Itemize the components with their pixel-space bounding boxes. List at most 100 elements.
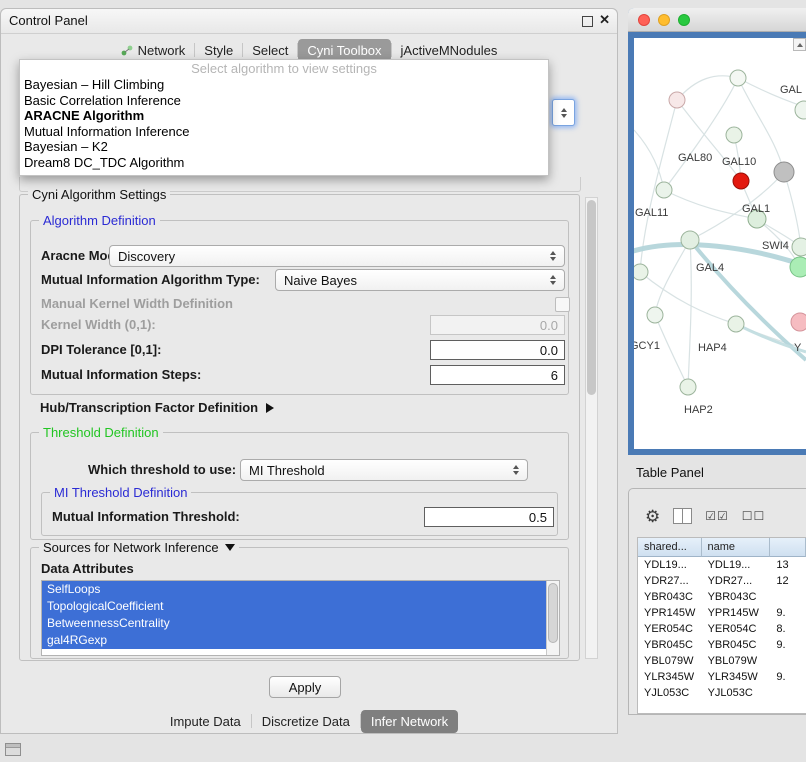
apply-button[interactable]: Apply: [269, 676, 341, 698]
attribute-item[interactable]: BetweennessCentrality: [42, 615, 546, 632]
algorithm-combo-arrow[interactable]: [552, 99, 575, 126]
network-edge: [634, 130, 664, 190]
close-window-icon[interactable]: [638, 14, 650, 26]
algorithm-popup-prompt: Select algorithm to view settings: [20, 60, 548, 77]
network-node[interactable]: [730, 70, 746, 86]
node-label: HAP2: [684, 404, 713, 416]
mi-type-select[interactable]: Naive Bayes: [275, 269, 565, 291]
table-cell: YPR145W: [638, 605, 702, 621]
table-cell: YDR27...: [702, 573, 771, 589]
spinner-up-icon: [561, 108, 567, 112]
attribute-list-scrollbar[interactable]: [546, 581, 559, 655]
node-label: GCY1: [634, 340, 660, 352]
table-cell: [770, 653, 806, 669]
table-cell: [770, 685, 806, 701]
table-cell: 8.: [770, 621, 806, 637]
network-window-titlebar[interactable]: [628, 8, 806, 32]
minimized-panel-icon[interactable]: [5, 743, 21, 756]
scroll-up-button[interactable]: [793, 38, 806, 51]
algorithm-option[interactable]: Mutual Information Inference: [20, 124, 548, 140]
network-node[interactable]: [680, 379, 696, 395]
close-panel-icon[interactable]: ✕: [599, 12, 610, 28]
dpi-tolerance-field[interactable]: 0.0: [430, 340, 565, 360]
table-row[interactable]: YPR145WYPR145W9.: [638, 605, 806, 621]
attribute-item[interactable]: gal4RGexp: [42, 632, 546, 649]
network-canvas[interactable]: GALGAL80GAL10GAL11GAL1SWI4GAL4GCY1HAP4YH…: [634, 38, 806, 449]
table-row[interactable]: YBL079WYBL079W: [638, 653, 806, 669]
algorithm-list: Bayesian – Hill ClimbingBasic Correlatio…: [20, 77, 548, 170]
which-threshold-select[interactable]: MI Threshold: [240, 459, 528, 481]
algorithm-dropdown-popup: Select algorithm to view settings Bayesi…: [19, 59, 549, 176]
attribute-item[interactable]: SelfLoops: [42, 581, 546, 598]
network-node[interactable]: [726, 127, 742, 143]
attribute-item[interactable]: TopologicalCoefficient: [42, 598, 546, 615]
algorithm-option[interactable]: Bayesian – K2: [20, 139, 548, 155]
bottom-tab-discretize-data[interactable]: Discretize Data: [252, 710, 360, 733]
network-node[interactable]: [790, 257, 806, 277]
bottom-tab-infer-network[interactable]: Infer Network: [361, 710, 458, 733]
algorithm-option[interactable]: Basic Correlation Inference: [20, 93, 548, 109]
network-node[interactable]: [728, 316, 744, 332]
table-row[interactable]: YDL19...YDL19...13: [638, 557, 806, 573]
column-header[interactable]: shared...: [638, 538, 702, 557]
network-node[interactable]: [647, 307, 663, 323]
manual-kernel-label: Manual Kernel Width Definition: [41, 296, 233, 312]
table-row[interactable]: YLR345WYLR345W9.: [638, 669, 806, 685]
select-all-checkboxes-icon[interactable]: ☑☑: [705, 510, 729, 522]
attribute-list[interactable]: SelfLoopsTopologicalCoefficientBetweenne…: [41, 580, 560, 656]
threshold-definition-title-text: Threshold Definition: [43, 425, 159, 440]
kernel-width-field[interactable]: 0.0: [430, 315, 565, 335]
network-node[interactable]: [656, 182, 672, 198]
network-node[interactable]: [774, 162, 794, 182]
table-row[interactable]: YJL053CYJL053C: [638, 685, 806, 701]
float-window-icon[interactable]: [582, 16, 593, 27]
gear-icon[interactable]: ⚙: [645, 508, 660, 525]
column-header[interactable]: name: [702, 538, 771, 557]
table-row[interactable]: YDR27...YDR27...12: [638, 573, 806, 589]
aracne-mode-value: Discovery: [110, 249, 545, 264]
sources-group-title[interactable]: Sources for Network Inference: [39, 540, 239, 555]
algorithm-option[interactable]: ARACNE Algorithm: [20, 108, 548, 124]
columns-icon[interactable]: [673, 508, 692, 524]
table-cell: YER054C: [638, 621, 702, 637]
control-panel-titlebar[interactable]: Control Panel ✕: [1, 9, 617, 34]
mi-threshold-field[interactable]: 0.5: [424, 507, 554, 527]
algorithm-option[interactable]: Dream8 DC_TDC Algorithm: [20, 155, 548, 171]
dpi-tolerance-label: DPI Tolerance [0,1]:: [41, 340, 161, 360]
aracne-mode-select[interactable]: Discovery: [109, 245, 565, 267]
network-node[interactable]: [791, 313, 806, 331]
zoom-window-icon[interactable]: [678, 14, 690, 26]
kernel-width-label: Kernel Width (0,1):: [41, 315, 156, 335]
scrollbar-thumb[interactable]: [587, 200, 596, 395]
settings-scrollbar[interactable]: [585, 197, 598, 659]
tab-label: Network: [138, 43, 186, 58]
network-node[interactable]: [733, 173, 749, 189]
network-edge: [655, 240, 690, 315]
table-cell: 9.: [770, 669, 806, 685]
column-header[interactable]: [770, 538, 806, 557]
table-row[interactable]: YBR043CYBR043C: [638, 589, 806, 605]
network-node[interactable]: [792, 238, 806, 256]
control-panel-window: Control Panel ✕ NetworkStyleSelectCyni T…: [0, 8, 618, 734]
scroll-up-icon: [797, 43, 803, 47]
bottom-tab-impute-data[interactable]: Impute Data: [160, 710, 251, 733]
table-row[interactable]: YER054CYER054C8.: [638, 621, 806, 637]
bottom-tab-bar: Impute DataDiscretize DataInfer Network: [1, 708, 617, 734]
scrollbar-thumb[interactable]: [548, 583, 558, 643]
node-label: Y: [794, 342, 802, 354]
combo-arrows-icon: [508, 465, 524, 475]
sources-group: Sources for Network Inference Data Attri…: [30, 547, 569, 659]
tab-label: Select: [252, 43, 288, 58]
hub-section-toggle[interactable]: Hub/Transcription Factor Definition: [40, 400, 274, 415]
algorithm-option[interactable]: Bayesian – Hill Climbing: [20, 77, 548, 93]
node-label: HAP4: [698, 342, 727, 354]
minimize-window-icon[interactable]: [658, 14, 670, 26]
table-row[interactable]: YBR045CYBR045C9.: [638, 637, 806, 653]
manual-kernel-checkbox[interactable]: [555, 297, 570, 312]
network-node[interactable]: [669, 92, 685, 108]
network-node[interactable]: [681, 231, 699, 249]
mi-steps-field[interactable]: 6: [430, 365, 565, 385]
tab-label: jActiveMNodules: [401, 43, 498, 58]
network-node[interactable]: [634, 264, 648, 280]
deselect-all-checkboxes-icon[interactable]: ☐☐: [742, 510, 766, 522]
